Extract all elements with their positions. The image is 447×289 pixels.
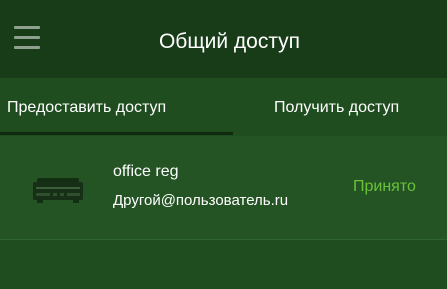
device-name: office reg xyxy=(113,163,179,180)
page-title: Общий доступ xyxy=(158,30,301,53)
empty-list-area xyxy=(0,240,447,289)
share-list-item[interactable]: office reg Другой@пользователь.ru Принят… xyxy=(0,136,447,240)
tab-bar: Предоставить доступ Получить доступ xyxy=(0,78,447,136)
tab-receive-access[interactable]: Получить доступ xyxy=(274,78,399,136)
dvr-device-icon xyxy=(33,178,83,203)
active-tab-indicator xyxy=(0,132,233,135)
shared-user-email: Другой@пользователь.ru xyxy=(113,192,289,209)
app-bar: Общий доступ xyxy=(0,0,447,78)
tab-grant-access[interactable]: Предоставить доступ xyxy=(7,78,166,136)
status-badge: Принято xyxy=(353,178,416,195)
